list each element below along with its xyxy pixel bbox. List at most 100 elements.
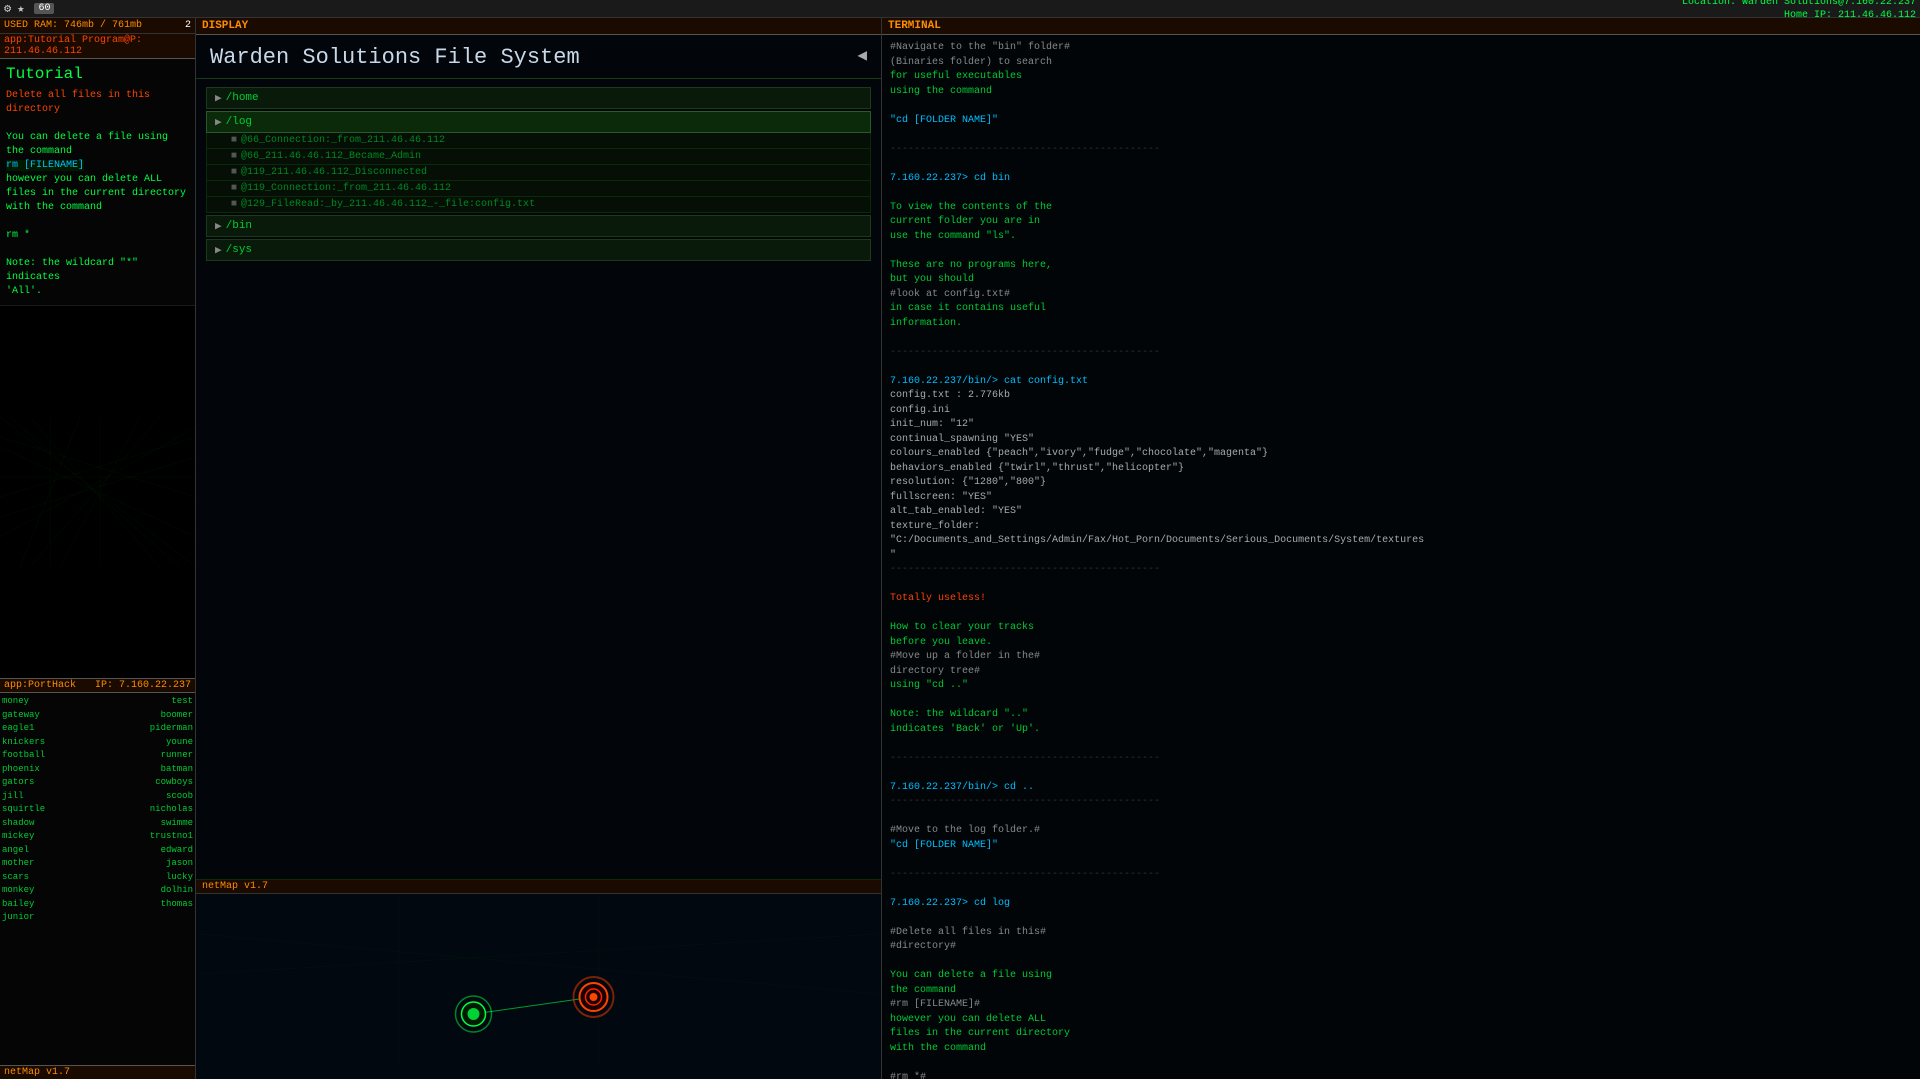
tree-folder: ▶ /sys: [206, 239, 871, 261]
terminal-line: 7.160.22.237/bin/> cat config.txt: [890, 375, 1912, 390]
netmap-title: netMap v1.7: [196, 880, 881, 894]
terminal-line: ----------------------------------------…: [890, 752, 1912, 767]
terminal-line: the command: [890, 984, 1912, 999]
file-name: @129_FileRead:_by_211.46.46.112_-_file:c…: [241, 199, 535, 210]
pw-item-right: swimme: [98, 817, 194, 831]
display-label: DISPLAY: [202, 20, 248, 32]
terminal-line: #Move to the log folder.#: [890, 824, 1912, 839]
terminal-line: Totally useless!: [890, 592, 1912, 607]
terminal-line: 7.160.22.237/bin/> cd ..: [890, 781, 1912, 796]
file-name: @66_211.46.46.112_Became_Admin: [241, 151, 421, 162]
password-list: moneytestgatewayboomereagle1pidermanknic…: [0, 693, 195, 1065]
file-name: @66_Connection:_from_211.46.46.112: [241, 135, 445, 146]
folder-icon: ▶: [215, 91, 222, 105]
pw-item-right: batman: [98, 763, 194, 777]
terminal-line: How to clear your tracks: [890, 621, 1912, 636]
terminal-line: [890, 99, 1912, 114]
network-vis-svg: [0, 306, 195, 678]
file-row[interactable]: ■@119_211.46.46.112_Disconnected: [206, 165, 871, 181]
location-line2: Home IP: 211.46.46.112: [1682, 9, 1916, 22]
pw-item-left: monkey: [2, 884, 98, 898]
tutorial-rm-cmd: rm [FILENAME]: [6, 160, 84, 171]
porthack-ip: IP: 7.160.22.237: [95, 680, 191, 691]
tutorial-title: Tutorial: [6, 65, 189, 83]
terminal-content[interactable]: #Navigate to the "bin" folder#(Binaries …: [882, 35, 1920, 1079]
app-porthack-bar[interactable]: app:PortHack IP: 7.160.22.237: [0, 678, 195, 693]
folder-row[interactable]: ▶ /sys: [206, 239, 871, 261]
terminal-line: continual_spawning "YES": [890, 433, 1912, 448]
folder-name: /bin: [226, 220, 252, 232]
pw-item-left: money: [2, 695, 98, 709]
folder-row[interactable]: ▶ /log: [206, 111, 871, 133]
folder-icon: ▶: [215, 243, 222, 257]
pw-item-left: mickey: [2, 830, 98, 844]
pw-item-right: edward: [98, 844, 194, 858]
terminal-line: using "cd ..": [890, 679, 1912, 694]
pw-item-left: junior: [2, 911, 98, 925]
folder-icon: ▶: [215, 115, 222, 129]
terminal-line: config.ini: [890, 404, 1912, 419]
file-row[interactable]: ■@129_FileRead:_by_211.46.46.112_-_file:…: [206, 197, 871, 213]
terminal-line: texture_folder:: [890, 520, 1912, 535]
gear-icon[interactable]: ⚙: [4, 1, 11, 16]
terminal-line: [890, 694, 1912, 709]
terminal-line: ----------------------------------------…: [890, 563, 1912, 578]
file-icon: ■: [231, 151, 237, 162]
terminal-line: #directory#: [890, 940, 1912, 955]
pw-item-right: thomas: [98, 898, 194, 912]
right-panel: TERMINAL #Navigate to the "bin" folder#(…: [882, 18, 1920, 1079]
tutorial-delete-line1: Delete all files in this: [6, 90, 150, 101]
terminal-line: #Move up a folder in the#: [890, 650, 1912, 665]
terminal-line: using the command: [890, 85, 1912, 100]
folder-row[interactable]: ▶/home: [206, 87, 871, 109]
app-tutorial-bar[interactable]: app:Tutorial Program@P: 211.46.46.112: [0, 34, 195, 59]
terminal-line: directory tree#: [890, 665, 1912, 680]
terminal-line: You can delete a file using: [890, 969, 1912, 984]
file-row[interactable]: ■@119_Connection:_from_211.46.46.112: [206, 181, 871, 197]
terminal-line: [890, 955, 1912, 970]
terminal-line: however you can delete ALL: [890, 1013, 1912, 1028]
netmap-bar-left: netMap v1.7: [0, 1065, 195, 1079]
pw-item-left: football: [2, 749, 98, 763]
pw-item-right: trustno1: [98, 830, 194, 844]
terminal-line: #look at config.txt#: [890, 288, 1912, 303]
terminal-line: init_num: "12": [890, 418, 1912, 433]
file-row[interactable]: ■ @66_Connection:_from_211.46.46.112: [206, 133, 871, 149]
star-icon[interactable]: ★: [17, 1, 24, 16]
terminal-line: To view the contents of the: [890, 201, 1912, 216]
pw-item-right: nicholas: [98, 803, 194, 817]
tutorial-section: Tutorial Delete all files in this direct…: [0, 59, 195, 305]
terminal-line: [890, 186, 1912, 201]
file-name: @119_211.46.46.112_Disconnected: [241, 167, 427, 178]
pw-item-left: knickers: [2, 736, 98, 750]
folder-name: /sys: [226, 244, 252, 256]
folder-name: /log: [226, 116, 252, 128]
file-row[interactable]: ■ @66_211.46.46.112_Became_Admin: [206, 149, 871, 165]
fs-title: Warden Solutions File System: [210, 45, 580, 70]
back-button[interactable]: ◀: [857, 45, 867, 65]
terminal-line: [890, 331, 1912, 346]
network-vis: [0, 305, 195, 678]
file-icon: ■: [231, 135, 237, 146]
folder-row[interactable]: ▶/bin: [206, 215, 871, 237]
terminal-line: "cd [FOLDER NAME]": [890, 839, 1912, 854]
terminal-line: ----------------------------------------…: [890, 143, 1912, 158]
terminal-line: [890, 157, 1912, 172]
terminal-line: in case it contains useful: [890, 302, 1912, 317]
terminal-line: "cd [FOLDER NAME]": [890, 114, 1912, 129]
terminal-label: TERMINAL: [888, 20, 941, 32]
netmap-svg: [196, 894, 881, 1064]
pw-item-left: jill: [2, 790, 98, 804]
terminal-line: for useful executables: [890, 70, 1912, 85]
terminal-line: [890, 578, 1912, 593]
tutorial-delete-line2: directory: [6, 104, 60, 115]
top-icons: ⚙ ★ 60: [4, 1, 54, 16]
location-info: Location: Warden Solutions@7.160.22.237 …: [1682, 0, 1916, 22]
terminal-line: #rm [FILENAME]#: [890, 998, 1912, 1013]
pw-item-right: piderman: [98, 722, 194, 736]
terminal-line: with the command: [890, 1042, 1912, 1057]
terminal-line: [890, 737, 1912, 752]
terminal-line: (Binaries folder) to search: [890, 56, 1912, 71]
terminal-line: #Navigate to the "bin" folder#: [890, 41, 1912, 56]
terminal-line: [890, 853, 1912, 868]
